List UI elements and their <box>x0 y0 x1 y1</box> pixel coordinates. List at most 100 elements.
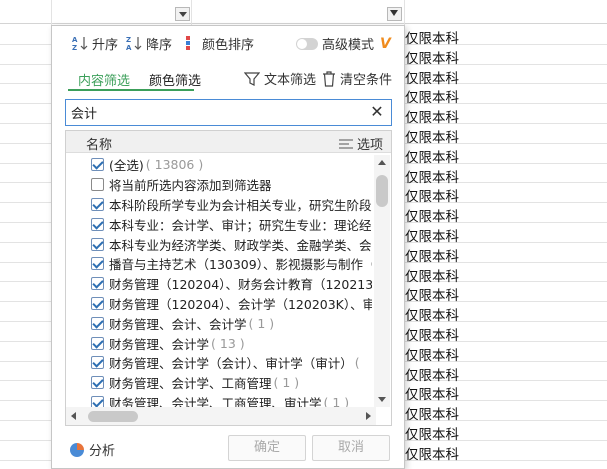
checkbox[interactable] <box>91 178 104 192</box>
list-item-label: 本科专业为经济学类、财政学类、金融学类、会计 <box>109 237 372 253</box>
cell-value[interactable]: 仅限本科 <box>405 423 459 443</box>
list-item-label: 财务管理、会计、会计学 <box>109 316 247 332</box>
funnel-icon <box>244 71 260 86</box>
cell-value[interactable]: 仅限本科 <box>405 86 459 106</box>
checkbox[interactable] <box>91 217 104 231</box>
list-item[interactable]: 将当前所选内容添加到筛选器 <box>66 175 372 195</box>
horizontal-scrollbar[interactable] <box>66 407 376 425</box>
list-options-button[interactable]: 选项 <box>338 134 383 153</box>
scroll-thumb-horizontal[interactable] <box>88 411 138 422</box>
cell-value[interactable]: 仅限本科 <box>405 126 459 146</box>
checkbox[interactable] <box>91 336 104 350</box>
list-item[interactable]: 本科阶段所学专业为会计相关专业，研究生阶段所 <box>66 195 372 215</box>
list-item[interactable]: 财务管理、会计学( 13 ) <box>66 333 372 353</box>
search-box: ✕ <box>65 99 392 126</box>
cell-value[interactable]: 仅限本科 <box>405 225 459 245</box>
checkbox[interactable] <box>91 376 104 390</box>
cell-value[interactable]: 仅限本科 <box>405 245 459 265</box>
list-item[interactable]: (全选)( 13806 ) <box>66 155 372 175</box>
list-item-count: ( 1 ) <box>248 315 275 331</box>
sort-toolbar: AZ 升序 ZA 降序 颜色排序 高级模式 V <box>52 26 404 59</box>
trash-icon <box>323 70 335 87</box>
color-sort-icon <box>182 35 198 51</box>
scroll-down-icon[interactable] <box>378 397 386 402</box>
list-item-label: (全选) <box>109 158 144 174</box>
checkbox[interactable] <box>91 197 104 211</box>
scroll-left-icon[interactable] <box>71 412 76 420</box>
cell-value[interactable]: 仅限本科 <box>405 265 459 285</box>
list-item-label: 财务管理、会计学、工商管理 <box>109 376 272 392</box>
vertical-scrollbar[interactable] <box>374 155 390 407</box>
list-item[interactable]: 播音与主持艺术（130309）、影视摄影与制作（13 <box>66 254 372 274</box>
list-item[interactable]: 财务管理、会计学、工商管理、审计学( 1 ) <box>66 393 372 407</box>
text-filter-button[interactable]: 文本筛选 <box>244 69 316 88</box>
search-input[interactable] <box>66 100 356 125</box>
sort-ascending-button[interactable]: AZ 升序 <box>72 34 119 53</box>
cell-value[interactable]: 仅限本科 <box>405 27 459 47</box>
advanced-mode-toggle[interactable]: 高级模式 V <box>296 34 391 53</box>
cell-value[interactable]: 仅限本科 <box>405 185 459 205</box>
list-item-label: 财务管理、会计学（会计）、审计学（审计） <box>109 356 353 372</box>
cell-value[interactable]: 仅限本科 <box>405 304 459 324</box>
list-item-count: ( 13806 ) <box>145 157 204 173</box>
sort-descending-label: 降序 <box>146 37 173 53</box>
active-filter-button[interactable] <box>387 7 402 21</box>
svg-text:A: A <box>126 44 132 51</box>
value-rows: (全选)( 13806 ) 将当前所选内容添加到筛选器 本科阶段所学专业为会计相关专… <box>66 155 372 407</box>
scroll-up-icon[interactable] <box>378 160 386 165</box>
list-header-name: 名称 <box>86 138 113 153</box>
cell-value[interactable]: 仅限本科 <box>405 383 459 403</box>
checkbox[interactable] <box>91 158 104 172</box>
close-icon[interactable]: ✕ <box>368 103 386 121</box>
list-item[interactable]: 本科专业为经济学类、财政学类、金融学类、会计 <box>66 234 372 254</box>
cell-value[interactable]: 仅限本科 <box>405 403 459 423</box>
checkbox[interactable] <box>91 237 104 251</box>
list-item-count: ( <box>354 355 360 371</box>
clear-conditions-button[interactable]: 清空条件 <box>322 69 392 88</box>
cell-value[interactable]: 仅限本科 <box>405 344 459 364</box>
column-header-row <box>0 0 607 24</box>
list-item-label: 本科专业：会计学、审计；研究生专业：理论经济 <box>109 217 372 233</box>
ok-button[interactable]: 确定 <box>228 435 306 461</box>
list-options-label: 选项 <box>356 138 383 153</box>
cell-value[interactable]: 仅限本科 <box>405 364 459 384</box>
filter-panel: AZ 升序 ZA 降序 颜色排序 高级模式 V 内容筛选 颜色筛选 文本筛选 清… <box>51 25 405 469</box>
scroll-right-icon[interactable] <box>366 412 371 420</box>
checkbox[interactable] <box>91 257 104 271</box>
list-item[interactable]: 财务管理（120204）、会计学（120203K）、审计学 <box>66 294 372 314</box>
checkbox[interactable] <box>91 296 104 310</box>
column-filter-dropdown-button[interactable] <box>175 7 190 21</box>
cell-value[interactable]: 仅限本科 <box>405 443 459 463</box>
analyze-label: 分析 <box>89 444 116 459</box>
cell-value[interactable]: 仅限本科 <box>405 284 459 304</box>
cell-value[interactable]: 仅限本科 <box>405 166 459 186</box>
list-item-label: 财务管理、会计学 <box>109 336 210 352</box>
list-item[interactable]: 财务管理、会计学、工商管理( 1 ) <box>66 373 372 393</box>
tab-content-filter[interactable]: 内容筛选 <box>78 70 130 89</box>
cell-value[interactable]: 仅限本科 <box>405 146 459 166</box>
checkbox[interactable] <box>91 356 104 370</box>
sort-descending-button[interactable]: ZA 降序 <box>126 34 173 53</box>
list-item-label: 财务管理（120204）、财务会计教育（120213T）、 <box>109 277 372 293</box>
checkbox[interactable] <box>91 316 104 330</box>
cell-value[interactable]: 仅限本科 <box>405 67 459 87</box>
list-header: 名称 选项 <box>66 131 391 153</box>
list-item[interactable]: 财务管理、会计学（会计）、审计学（审计）( <box>66 353 372 373</box>
cell-value[interactable]: 仅限本科 <box>405 106 459 126</box>
list-item[interactable]: 本科专业：会计学、审计；研究生专业：理论经济 <box>66 214 372 234</box>
cell-value[interactable]: 仅限本科 <box>405 47 459 67</box>
clear-conditions-label: 清空条件 <box>340 73 393 88</box>
scroll-thumb[interactable] <box>376 175 388 207</box>
color-sort-button[interactable]: 颜色排序 <box>182 34 254 53</box>
sort-ascending-label: 升序 <box>92 37 119 53</box>
list-item[interactable]: 财务管理、会计、会计学( 1 ) <box>66 313 372 333</box>
analyze-button[interactable]: 分析 <box>70 440 115 459</box>
list-item[interactable]: 财务管理（120204）、财务会计教育（120213T）、 <box>66 274 372 294</box>
cancel-button[interactable]: 取消 <box>312 435 390 461</box>
cell-value[interactable]: 仅限本科 <box>405 324 459 344</box>
tab-color-filter[interactable]: 颜色筛选 <box>149 70 201 89</box>
checkbox[interactable] <box>91 395 104 407</box>
checkbox[interactable] <box>91 277 104 291</box>
cell-value[interactable]: 仅限本科 <box>405 205 459 225</box>
list-item-label: 将当前所选内容添加到筛选器 <box>109 178 272 194</box>
